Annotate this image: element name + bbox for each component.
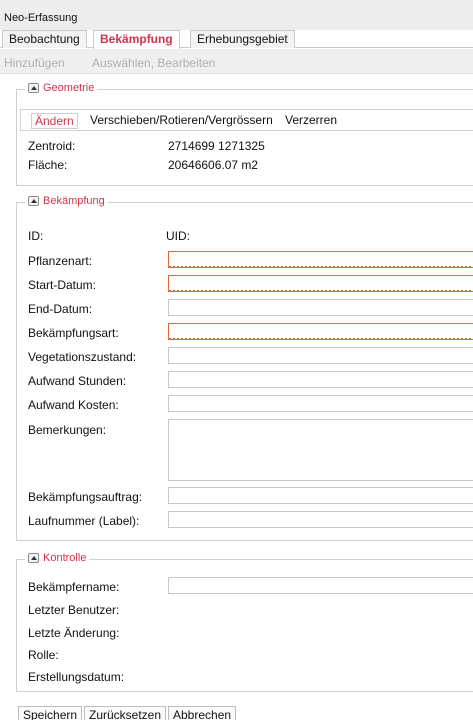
pflanzenart-label: Pflanzenart: (28, 254, 93, 268)
modify-geometry-button[interactable]: Ändern (31, 113, 78, 129)
aufwand-kosten-field[interactable] (168, 395, 473, 412)
tab-beobachtung[interactable]: Beobachtung (2, 30, 87, 48)
aufwand-stunden-label: Aufwand Stunden: (28, 374, 127, 388)
zentroid-value: 2714699 1271325 (168, 139, 265, 153)
uid-label: UID: (166, 229, 190, 243)
cancel-button[interactable]: Abbrechen (168, 706, 237, 720)
bekaempfung-legend: Bekämpfung (25, 195, 108, 207)
tab-bar: Beobachtung Bekämpfung Erhebungsgebiet (0, 30, 473, 49)
bekaempfername-label: Bekämpfername: (28, 580, 120, 594)
edit-toolbar: Hinzufügen Auswählen, Bearbeiten (0, 49, 473, 74)
geometrie-legend: Geometrie (25, 82, 98, 94)
collapse-up-icon[interactable] (28, 83, 39, 93)
start-datum-field[interactable] (168, 275, 473, 292)
erstellungsdatum-label: Erstellungsdatum: (28, 670, 125, 684)
id-label: ID: (28, 229, 44, 243)
pflanzenart-field[interactable] (168, 251, 473, 268)
bemerkungen-label: Bemerkungen: (28, 423, 107, 437)
laufnummer-field[interactable] (168, 511, 473, 528)
kontrolle-legend-label: Kontrolle (43, 552, 87, 564)
flaeche-value: 20646606.07 m2 (168, 158, 259, 172)
window-titlebar: Neo-Erfassung (0, 0, 473, 30)
save-button[interactable]: Speichern (18, 706, 83, 720)
letzte-aenderung-label: Letzte Änderung: (28, 626, 120, 640)
collapse-up-icon[interactable] (28, 553, 39, 563)
bemerkungen-field[interactable] (168, 419, 473, 481)
zentroid-label: Zentroid: (28, 139, 76, 153)
end-datum-field[interactable] (168, 299, 473, 316)
bekaempfungsauftrag-field[interactable] (168, 487, 473, 504)
collapse-up-icon[interactable] (28, 196, 39, 206)
geometry-toolbar: Ändern Verschieben/Rotieren/Vergrössern … (20, 109, 473, 131)
aufwand-stunden-field[interactable] (168, 371, 473, 388)
start-datum-label: Start-Datum: (28, 278, 97, 292)
tab-erhebungsgebiet[interactable]: Erhebungsgebiet (190, 30, 295, 48)
window-title: Neo-Erfassung (4, 12, 78, 24)
rolle-label: Rolle: (28, 648, 59, 662)
bekaempfung-legend-label: Bekämpfung (43, 195, 105, 207)
geometrie-legend-label: Geometrie (43, 82, 95, 94)
end-datum-label: End-Datum: (28, 302, 93, 316)
reset-button[interactable]: Zurücksetzen (84, 706, 167, 720)
bekaempfungsart-field[interactable] (168, 323, 473, 340)
bekaempfername-field[interactable] (168, 577, 473, 594)
flaeche-label: Fläche: (28, 158, 68, 172)
tab-bekaempfung[interactable]: Bekämpfung (93, 30, 180, 49)
distort-button[interactable]: Verzerren (282, 113, 340, 129)
kontrolle-legend: Kontrolle (25, 552, 90, 564)
move-rotate-scale-button[interactable]: Verschieben/Rotieren/Vergrössern (87, 113, 276, 129)
laufnummer-label: Laufnummer (Label): (28, 514, 140, 528)
bekaempfungsart-label: Bekämpfungsart: (28, 326, 119, 340)
bekaempfungsauftrag-label: Bekämpfungsauftrag: (28, 490, 143, 504)
vegetationszustand-field[interactable] (168, 347, 473, 364)
add-button[interactable]: Hinzufügen (4, 56, 65, 70)
select-edit-button[interactable]: Auswählen, Bearbeiten (92, 56, 215, 70)
aufwand-kosten-label: Aufwand Kosten: (28, 398, 119, 412)
vegetationszustand-label: Vegetationszustand: (28, 350, 137, 364)
letzter-benutzer-label: Letzter Benutzer: (28, 603, 120, 617)
